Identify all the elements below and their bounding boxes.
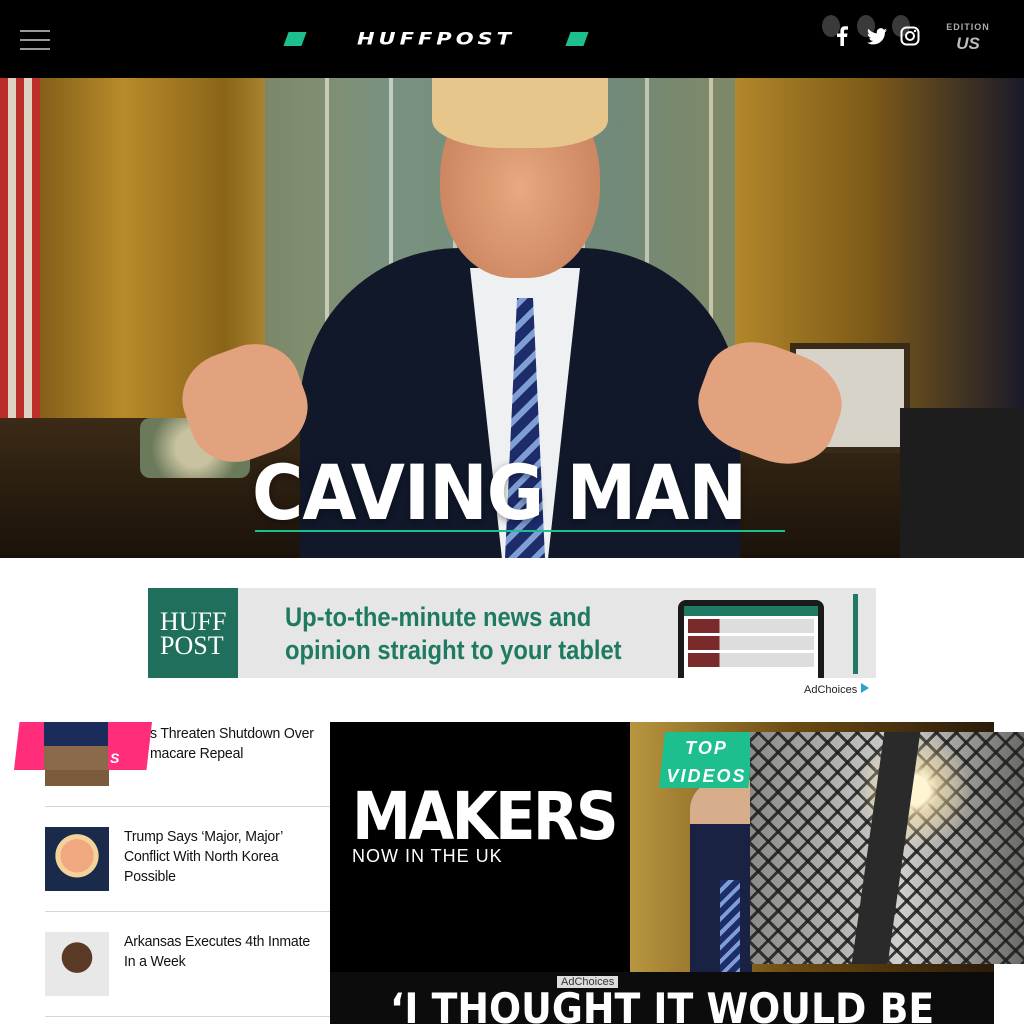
- ad-badge-line2: POST: [160, 631, 224, 660]
- huffpost-logo[interactable]: HUFFPOST: [283, 29, 589, 49]
- story-thumbnail: [45, 827, 109, 891]
- tag-letter: S: [110, 750, 120, 766]
- logo-right-slash: [565, 32, 589, 46]
- story-thumbnail: [45, 932, 109, 996]
- logo-text: HUFFPOST: [356, 29, 515, 49]
- tablet-app-ad[interactable]: HUFF POST Up-to-the-minute news and opin…: [148, 588, 876, 678]
- section-tag: S: [14, 722, 152, 770]
- ad-strip: [853, 594, 858, 674]
- edition-label: EDITION: [946, 22, 990, 32]
- makers-video[interactable]: MAKERS NOW IN THE UK: [330, 722, 630, 972]
- adchoices-label: AdChoices: [804, 684, 858, 696]
- hero-headline[interactable]: CAVING MAN: [252, 455, 747, 531]
- video-adchoices[interactable]: AdChoices: [557, 976, 619, 988]
- story-item[interactable]: Trump Says ‘Major, Major’ Conflict With …: [45, 827, 330, 912]
- video-quote-text: ‘I THOUGHT IT WOULD BE: [390, 984, 935, 1033]
- makers-subtitle: NOW IN THE UK: [352, 846, 503, 866]
- top-videos-line2: VIDEOS: [666, 766, 747, 786]
- story-item[interactable]: Arkansas Executes 4th Inmate In a Week: [45, 932, 330, 1017]
- ad-line1: Up-to-the-minute news and: [285, 602, 592, 632]
- headline-underline: [255, 530, 785, 532]
- hero-hair: [432, 78, 608, 148]
- video-quote[interactable]: ‘I THOUGHT IT WOULD BE: [330, 972, 994, 1032]
- fence-video-thumbnail[interactable]: [750, 732, 1024, 964]
- story-title: Arkansas Executes 4th Inmate In a Week: [124, 933, 310, 970]
- edition-selector[interactable]: EDITION US: [940, 22, 996, 54]
- adchoices-icon: [861, 683, 870, 693]
- top-videos-line1: TOP: [685, 738, 728, 758]
- story-title: s Threaten Shutdown Over macare Repeal: [150, 725, 314, 762]
- top-videos-tag: TOP VIDEOS: [659, 732, 754, 788]
- hero-phone: [900, 408, 1024, 558]
- menu-icon[interactable]: [20, 30, 50, 52]
- instagram-icon[interactable]: [896, 22, 924, 50]
- ad-huffpost-badge: HUFF POST: [148, 588, 238, 678]
- edition-value: US: [956, 34, 980, 53]
- ad-copy: Up-to-the-minute news and opinion straig…: [285, 601, 637, 667]
- tag-thumbnail: [44, 722, 108, 770]
- facebook-icon[interactable]: [828, 22, 856, 50]
- story-title: Trump Says ‘Major, Major’ Conflict With …: [124, 828, 283, 885]
- twitter-icon[interactable]: [863, 22, 891, 50]
- adchoices-link[interactable]: AdChoices: [804, 683, 870, 696]
- makers-title: MAKERS: [352, 778, 619, 855]
- ad-tablet-image: [678, 600, 824, 678]
- ad-line2: opinion straight to your tablet: [285, 635, 622, 665]
- site-header: HUFFPOST EDITION US: [0, 0, 1024, 78]
